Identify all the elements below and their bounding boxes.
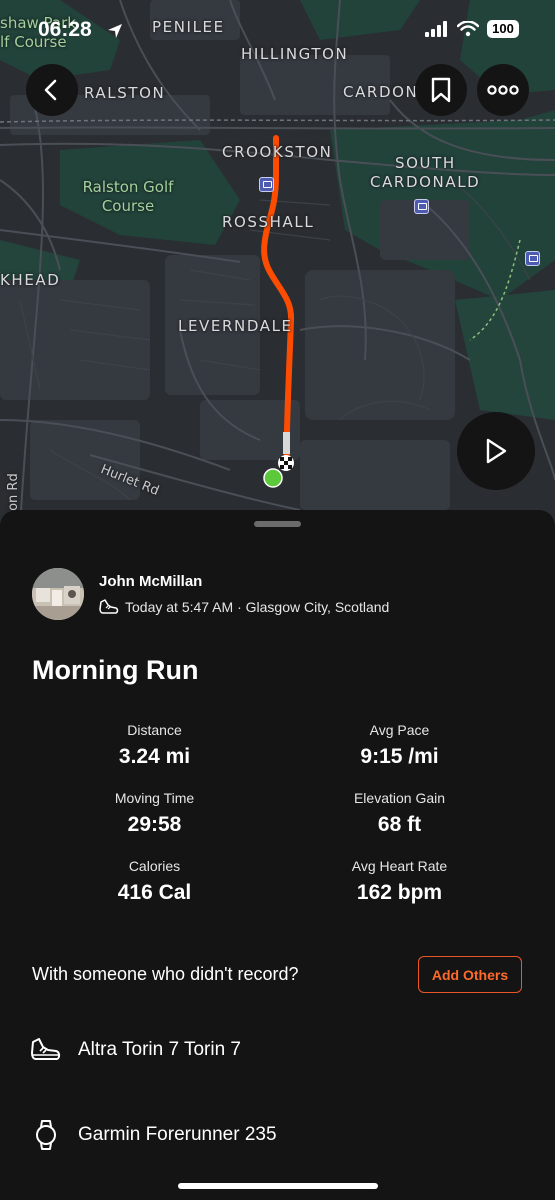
sheet-grabber[interactable] (254, 521, 301, 527)
map-label-south: SOUTH (395, 154, 456, 172)
map-label-hillington: HILLINGTON (241, 45, 349, 63)
signal-icon (425, 21, 447, 37)
gear-device-row[interactable]: Garmin Forerunner 235 (30, 1119, 277, 1151)
avatar[interactable] (32, 568, 84, 620)
route-map[interactable]: shaw Park lf Course PENILEE HILLINGTON R… (0, 0, 555, 530)
more-dots-icon (487, 85, 519, 95)
stat-value: 416 Cal (117, 881, 192, 904)
map-label-ralston-golf: Ralston Golf (82, 178, 174, 196)
bookmark-icon (431, 77, 451, 103)
home-indicator (178, 1183, 378, 1189)
stat-avg-pace: Avg Pace 9:15 /mi (277, 722, 522, 775)
activity-screen: shaw Park lf Course PENILEE HILLINGTON R… (0, 0, 555, 1200)
stat-distance: Distance 3.24 mi (32, 722, 277, 775)
stat-label: Elevation Gain (353, 790, 446, 806)
location-arrow-icon (108, 24, 122, 38)
map-label-penilee: PENILEE (152, 18, 225, 36)
athlete-name[interactable]: John McMillan (99, 573, 202, 590)
stat-label: Calories (128, 858, 181, 874)
bookmark-button[interactable] (415, 64, 467, 116)
map-label-leverndale: LEVERNDALE (178, 317, 293, 335)
more-options-button[interactable] (477, 64, 529, 116)
activity-meta: Today at 5:47 AM · Glasgow City, Scotlan… (99, 598, 389, 616)
shoe-icon (31, 1038, 61, 1060)
stat-label: Avg Pace (369, 722, 430, 738)
stat-label: Moving Time (114, 790, 195, 806)
play-icon (486, 438, 507, 464)
stats-grid: Distance 3.24 mi Avg Pace 9:15 /mi Movin… (32, 722, 522, 911)
stat-elevation-gain: Elevation Gain 68 ft (277, 790, 522, 843)
shoe-icon (99, 599, 119, 614)
map-label-ralston: RALSTON (84, 84, 166, 102)
stat-calories: Calories 416 Cal (32, 858, 277, 911)
status-icons: 100 (425, 20, 519, 38)
status-time: 06:28 (38, 18, 92, 41)
gear-shoes-label: Altra Torin 7 Torin 7 (78, 1039, 241, 1060)
watch-icon (36, 1120, 56, 1150)
activity-meta-text: Today at 5:47 AM · Glasgow City, Scotlan… (125, 599, 390, 615)
train-station-icon (259, 177, 274, 192)
activity-details-sheet: John McMillan Today at 5:47 AM · Glasgow… (0, 510, 555, 1200)
gear-device-label: Garmin Forerunner 235 (78, 1124, 277, 1145)
stat-label: Avg Heart Rate (351, 858, 448, 874)
stat-value: 68 ft (377, 813, 422, 836)
chevron-left-icon (44, 79, 57, 101)
activity-title: Morning Run (32, 655, 199, 685)
avatar-image (32, 568, 84, 620)
stat-value: 3.24 mi (118, 745, 191, 768)
add-others-button[interactable]: Add Others (418, 956, 522, 993)
back-button[interactable] (26, 64, 78, 116)
map-label-crookston: CROOKSTON (222, 143, 333, 161)
train-station-icon (525, 251, 540, 266)
map-label-khead: KHEAD (0, 271, 61, 289)
map-label-cardonald: CARDON (343, 83, 419, 101)
map-label-rosshall: ROSSHALL (222, 213, 315, 231)
stat-moving-time: Moving Time 29:58 (32, 790, 277, 843)
play-flyover-button[interactable] (457, 412, 535, 490)
stat-value: 9:15 /mi (360, 745, 439, 768)
stat-value: 162 bpm (356, 881, 443, 904)
stat-avg-heart-rate: Avg Heart Rate 162 bpm (277, 858, 522, 911)
gear-shoes-row[interactable]: Altra Torin 7 Torin 7 (30, 1036, 241, 1064)
stat-value: 29:58 (127, 813, 182, 836)
map-label-ralston-golf-2: Course (101, 197, 155, 215)
wifi-icon (457, 21, 479, 37)
train-station-icon (414, 199, 429, 214)
with-others-prompt: With someone who didn't record? (32, 964, 299, 984)
map-label-cardonald-south: CARDONALD (370, 173, 481, 191)
battery-indicator: 100 (487, 20, 519, 38)
stat-label: Distance (127, 722, 182, 738)
